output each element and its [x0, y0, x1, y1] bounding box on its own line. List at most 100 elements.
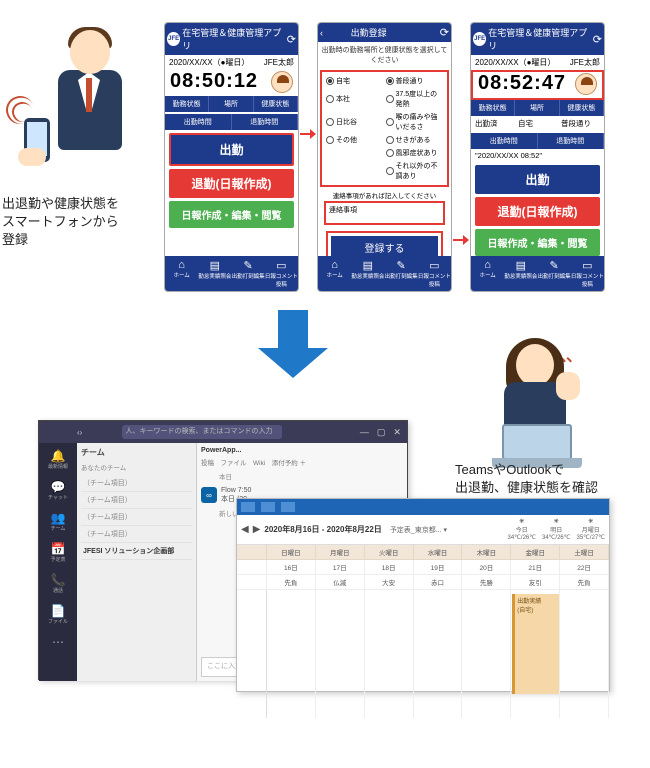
- team-item[interactable]: （チーム項目）: [81, 526, 192, 543]
- day-number[interactable]: 16日: [267, 560, 316, 575]
- opt-cold[interactable]: 風邪症状あり: [386, 148, 444, 158]
- refresh-icon[interactable]: ⟳: [593, 33, 602, 46]
- attend-button[interactable]: 出勤: [475, 165, 600, 194]
- tab-health[interactable]: 健康状態: [254, 96, 298, 112]
- opt-home[interactable]: 自宅: [326, 76, 384, 86]
- sun-icon: ☀: [588, 518, 593, 525]
- opt-hibiya[interactable]: 日比谷: [326, 112, 384, 132]
- ribbon-button[interactable]: [261, 502, 275, 512]
- nav-history[interactable]: ▤勤怠実績照会: [351, 259, 384, 288]
- rail-calls[interactable]: 📞通話: [51, 573, 66, 594]
- nav-edit[interactable]: ✎出勤打刻編集: [232, 259, 265, 288]
- opt-fever[interactable]: 37.5度以上の発熱: [386, 89, 444, 109]
- refresh-icon[interactable]: ⟳: [440, 26, 449, 39]
- nav-fwd-icon[interactable]: ›: [80, 428, 83, 437]
- team-item[interactable]: （チーム項目）: [81, 475, 192, 492]
- back-icon[interactable]: ‹: [320, 28, 323, 38]
- nav-history[interactable]: ▤勤怠実績照会: [198, 259, 231, 288]
- nav-home[interactable]: ⌂ホーム: [165, 259, 198, 288]
- nav-comment[interactable]: ▭日報コメント投稿: [265, 259, 298, 288]
- calendar-body[interactable]: 出勤実績(自宅): [237, 590, 609, 718]
- tab-place[interactable]: 場所: [515, 100, 559, 116]
- rail-activity[interactable]: 🔔最新情報: [48, 449, 68, 470]
- maximize-icon[interactable]: ▢: [377, 427, 386, 438]
- calendar-selector[interactable]: 予定表_東京都... ▾: [390, 525, 447, 535]
- home-icon: ⌂: [318, 259, 351, 271]
- rokuyou: 大安: [365, 575, 414, 590]
- tab-clock-in[interactable]: 出勤時間: [471, 133, 538, 149]
- note-input[interactable]: 連絡事項: [324, 201, 445, 225]
- rail-chat[interactable]: 💬チャット: [48, 480, 68, 501]
- team-item[interactable]: （チーム項目）: [81, 509, 192, 526]
- report-button[interactable]: 日報作成・編集・閲覧: [169, 201, 294, 228]
- teams-rail: 🔔最新情報 💬チャット 👥チーム 📅予定表 📞通話 📄ファイル ⋯: [39, 443, 77, 681]
- tab-status[interactable]: 勤務状態: [165, 96, 209, 112]
- teams-panel: チーム あなたのチーム （チーム項目） （チーム項目） （チーム項目） （チーム…: [77, 443, 197, 681]
- teams-titlebar: ‹ › 人、キーワードの検索、またはコマンドの入力 — ▢ ✕: [39, 421, 407, 443]
- nav-home[interactable]: ⌂ホーム: [318, 259, 351, 288]
- rokuyou: 友引: [511, 575, 560, 590]
- nav-edit[interactable]: ✎出勤打刻編集: [538, 259, 571, 288]
- prev-week-icon[interactable]: ◀: [241, 524, 249, 535]
- rail-teams[interactable]: 👥チーム: [51, 511, 66, 532]
- phone-screen-home: JFE 在宅管理＆健康管理アプリ ⟳ 2020/XX/XX（●曜日） JFE太郎…: [164, 22, 299, 292]
- nav-comment[interactable]: ▭日報コメント投稿: [571, 259, 604, 288]
- file-icon: 📄: [48, 604, 68, 618]
- nav-comment[interactable]: ▭日報コメント投稿: [418, 259, 451, 288]
- app-header: ‹ 出勤登録 ⟳: [318, 23, 451, 42]
- refresh-icon[interactable]: ⟳: [287, 33, 296, 46]
- next-week-icon[interactable]: ▶: [253, 524, 261, 535]
- tab-place[interactable]: 場所: [209, 96, 253, 112]
- day-number[interactable]: 21日: [511, 560, 560, 575]
- opt-other-place[interactable]: その他: [326, 135, 384, 145]
- tab-clock-in[interactable]: 出勤時間: [165, 114, 232, 130]
- rail-calendar[interactable]: 📅予定表: [50, 542, 65, 563]
- report-button[interactable]: 日報作成・編集・閲覧: [475, 229, 600, 256]
- close-icon[interactable]: ✕: [393, 427, 401, 438]
- opt-normal[interactable]: 普段通り: [386, 76, 444, 86]
- team-item[interactable]: （チーム項目）: [81, 492, 192, 509]
- day-number[interactable]: 19日: [414, 560, 463, 575]
- bottom-nav: ⌂ホーム ▤勤怠実績照会 ✎出勤打刻編集 ▭日報コメント投稿: [165, 256, 298, 291]
- teams-search-input[interactable]: 人、キーワードの検索、またはコマンドの入力: [122, 425, 282, 439]
- rail-files[interactable]: 📄ファイル: [48, 604, 68, 625]
- nav-history[interactable]: ▤勤怠実績照会: [504, 259, 537, 288]
- nav-edit[interactable]: ✎出勤打刻編集: [385, 259, 418, 288]
- tab-health[interactable]: 健康状態: [560, 100, 604, 116]
- day-number[interactable]: 17日: [316, 560, 365, 575]
- outlook-window: ◀ ▶ 2020年8月16日 - 2020年8月22日 予定表_東京都... ▾…: [236, 498, 610, 692]
- day-number[interactable]: 20日: [462, 560, 511, 575]
- nav-home[interactable]: ⌂ホーム: [471, 259, 504, 288]
- opt-cough[interactable]: せきがある: [386, 135, 444, 145]
- opt-throat[interactable]: 喉の痛みや強いだるさ: [386, 112, 444, 132]
- bell-icon: 🔔: [48, 449, 68, 463]
- tab-status[interactable]: 勤務状態: [471, 100, 515, 116]
- attend-button[interactable]: 出勤: [169, 133, 294, 166]
- tab-clock-out[interactable]: 退勤時間: [232, 114, 299, 130]
- calendar-icon: 📅: [50, 542, 65, 556]
- team-item-active[interactable]: JFESI ソリューション企画部: [81, 543, 192, 560]
- channel-tabs[interactable]: 投稿 ファイル Wiki 添付予約 ＋: [201, 457, 403, 467]
- ribbon-button[interactable]: [281, 502, 295, 512]
- opt-hq[interactable]: 本社: [326, 89, 384, 109]
- user-avatar-icon: [271, 71, 293, 93]
- minimize-icon[interactable]: —: [360, 427, 369, 438]
- jfe-logo-icon: JFE: [473, 32, 486, 46]
- clock-display: 08:52:47: [478, 72, 566, 95]
- leave-button[interactable]: 退勤(日報作成): [169, 169, 294, 198]
- user-name: JFE太郎: [264, 57, 294, 68]
- health-options-group: 自宅 普段通り 本社 37.5度以上の発熱 日比谷 喉の痛みや強いだるさ その他…: [320, 70, 449, 187]
- register-subtitle: 出勤時の勤務場所と健康状態を選択してください: [318, 42, 451, 68]
- pencil-icon: ✎: [538, 259, 571, 272]
- pencil-icon: ✎: [232, 259, 265, 272]
- opt-other-ill[interactable]: それ以外の不調あり: [386, 161, 444, 181]
- rail-more[interactable]: ⋯: [52, 635, 64, 649]
- day-number[interactable]: 22日: [560, 560, 609, 575]
- ribbon-button[interactable]: [241, 502, 255, 512]
- flow-arrow-icon: [300, 128, 316, 144]
- tab-clock-out[interactable]: 退勤時間: [538, 133, 605, 149]
- phone-screen-after: JFE 在宅管理＆健康管理アプリ ⟳ 2020/XX/XX（●曜日）JFE太郎 …: [470, 22, 605, 292]
- leave-button[interactable]: 退勤(日報作成): [475, 197, 600, 226]
- day-number[interactable]: 18日: [365, 560, 414, 575]
- calendar-event[interactable]: 出勤実績(自宅): [512, 594, 559, 694]
